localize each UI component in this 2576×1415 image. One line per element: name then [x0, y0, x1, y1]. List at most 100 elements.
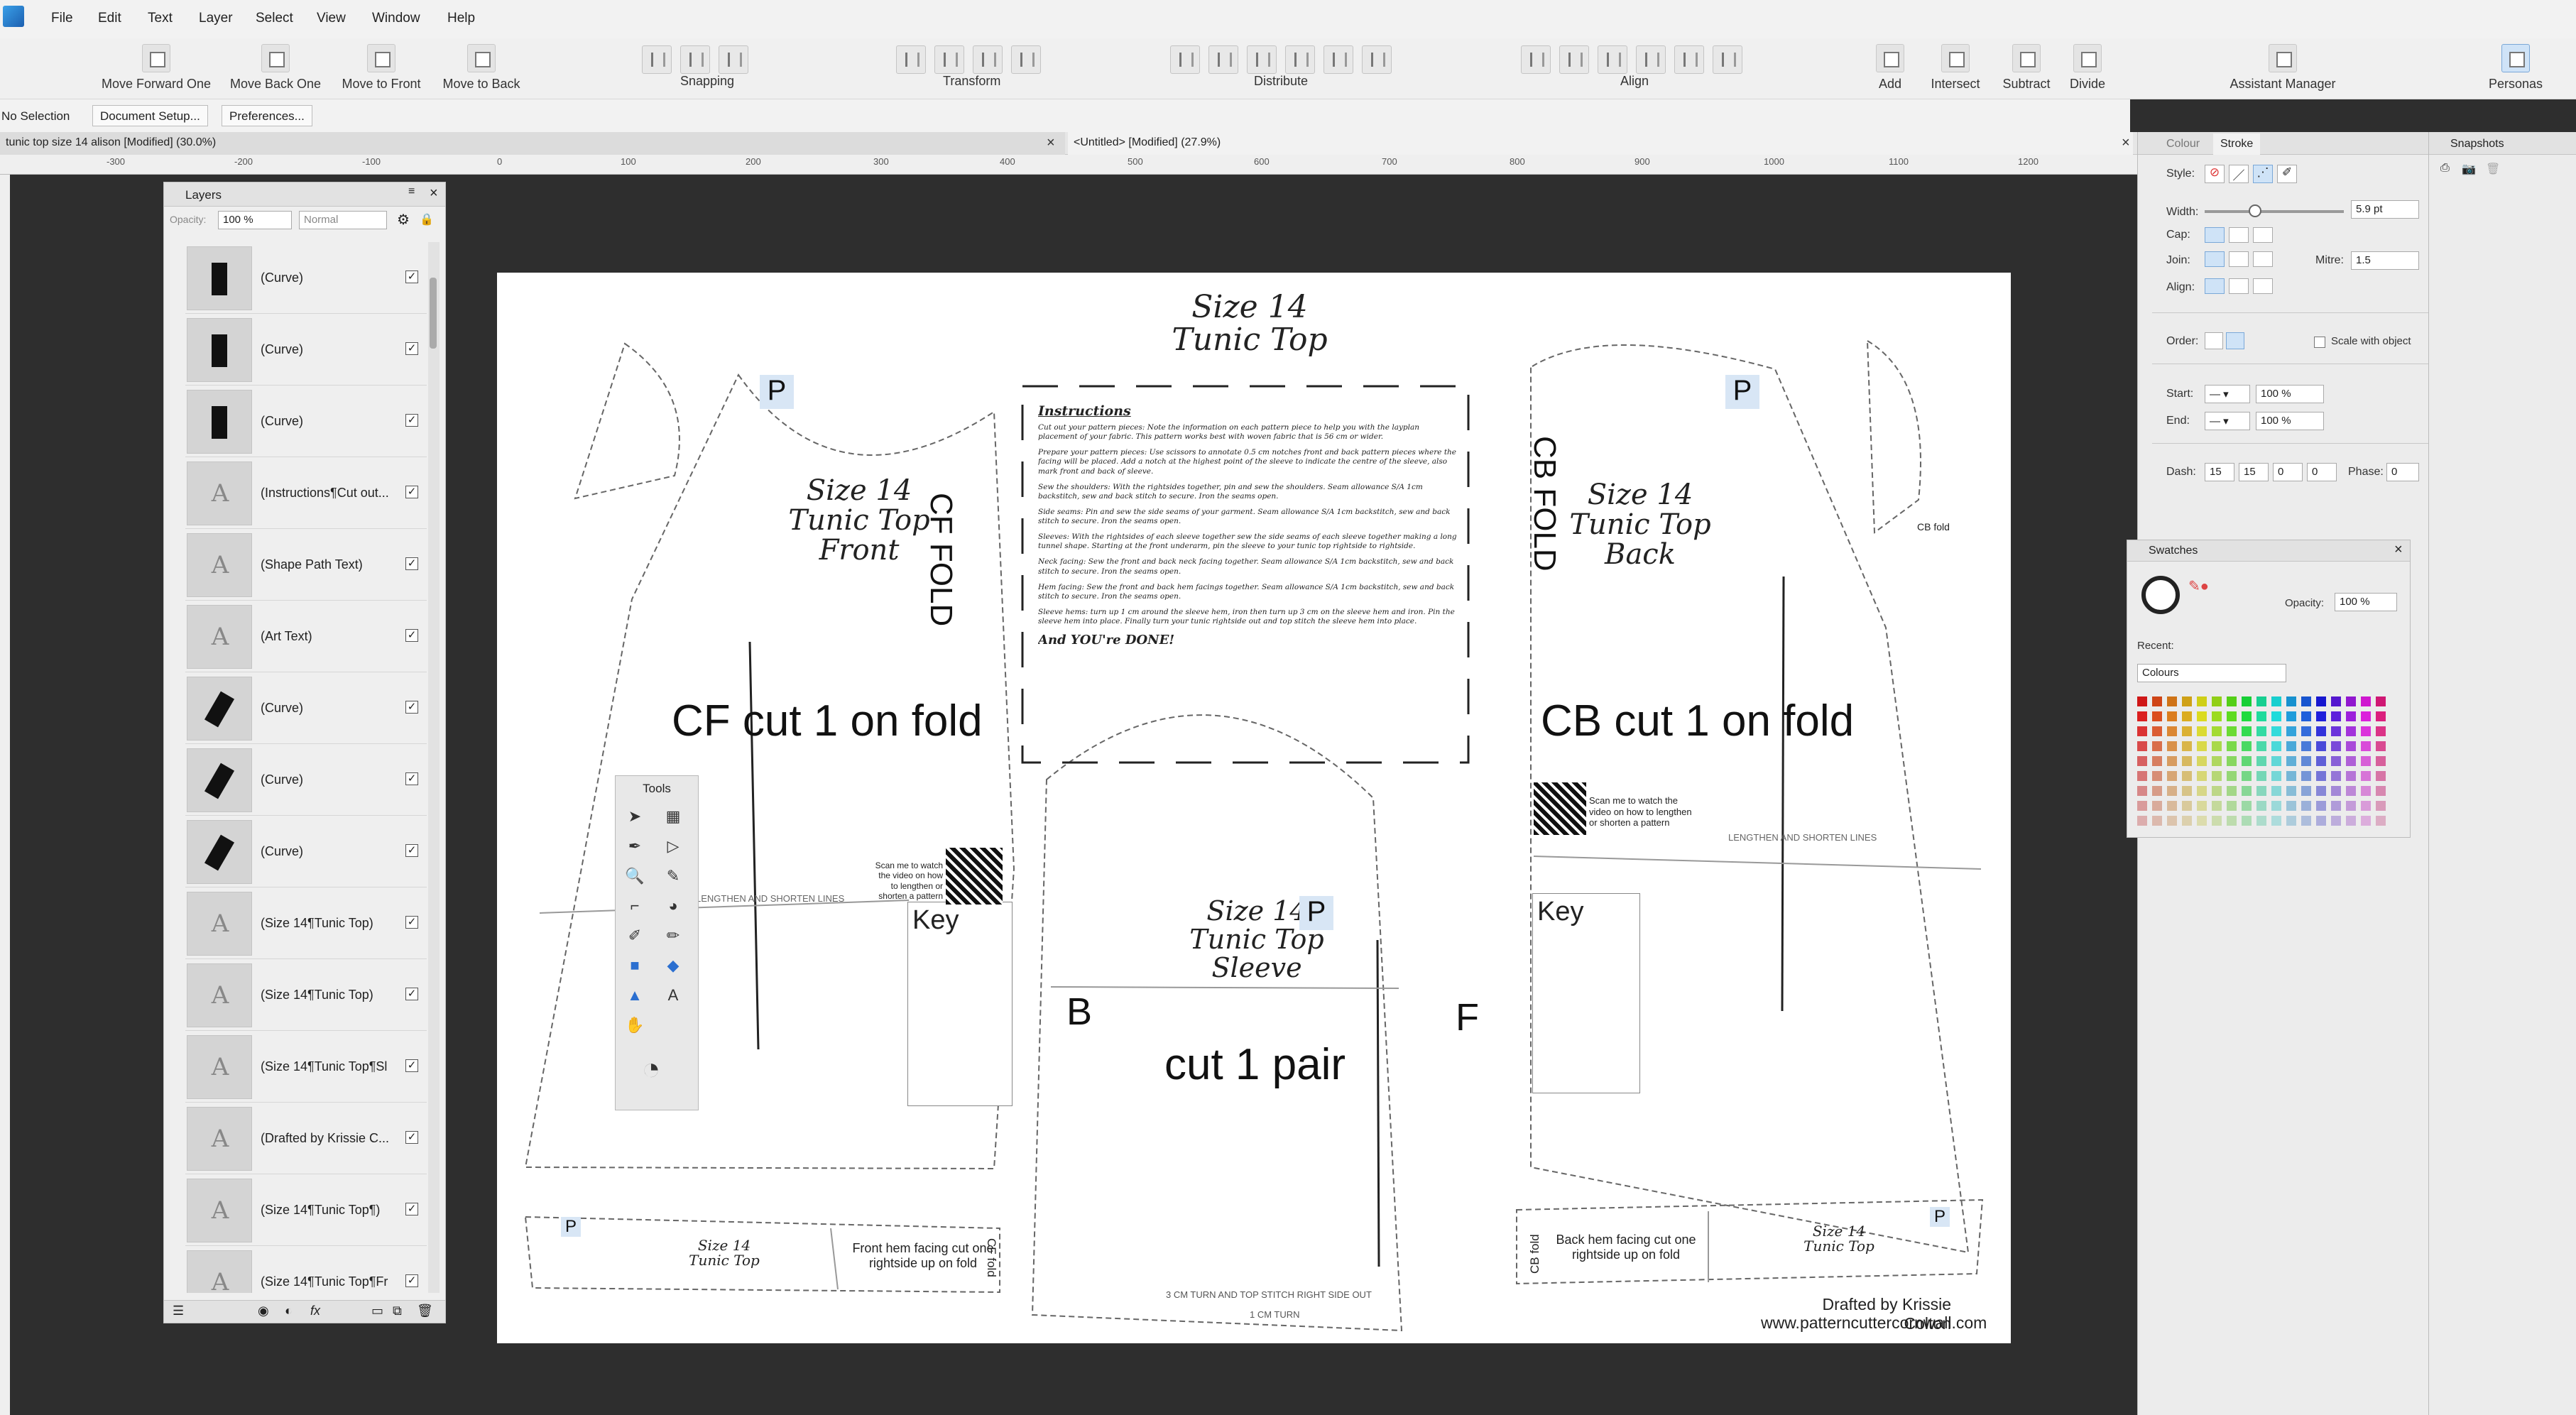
color-swatch[interactable]	[2361, 771, 2371, 781]
blend-mode-select[interactable]: Normal	[299, 211, 387, 229]
stack-icon[interactable]: ☰	[173, 1304, 184, 1318]
color-swatch[interactable]	[2286, 696, 2296, 706]
color-swatch[interactable]	[2137, 786, 2147, 796]
color-swatch[interactable]	[2331, 696, 2341, 706]
color-swatch[interactable]	[2197, 801, 2207, 811]
cb-cut-label[interactable]: CB cut 1 on fold	[1541, 696, 1854, 746]
color-swatch[interactable]	[2242, 726, 2252, 736]
tab-untitled[interactable]: <Untitled> [Modified] (27.9%)	[1068, 132, 2133, 155]
align-bottom-icon[interactable]	[1713, 45, 1742, 74]
color-swatch[interactable]	[2346, 801, 2356, 811]
menu-select[interactable]: Select	[256, 11, 293, 26]
color-swatch[interactable]	[2227, 726, 2237, 736]
qr-code-icon[interactable]	[1534, 782, 1586, 835]
color-swatch[interactable]	[2242, 711, 2252, 721]
zoom-tool-icon[interactable]: 🔍	[623, 864, 647, 888]
color-swatch[interactable]	[2152, 741, 2162, 751]
butt-cap-icon[interactable]	[2205, 227, 2225, 243]
color-swatch[interactable]	[2152, 801, 2162, 811]
color-swatch[interactable]	[2167, 786, 2177, 796]
panel-menu-icon[interactable]: ≡	[408, 185, 415, 198]
snapshots-title[interactable]: Snapshots	[2429, 132, 2576, 155]
close-tab-icon[interactable]: ×	[2122, 135, 2130, 151]
menu-text[interactable]: Text	[148, 11, 173, 26]
cut-pair-label[interactable]: cut 1 pair	[1164, 1039, 1346, 1090]
round-cap-icon[interactable]	[2229, 227, 2249, 243]
color-swatch[interactable]	[2316, 771, 2326, 781]
snapping-toggle-icon[interactable]	[680, 45, 710, 74]
color-swatch[interactable]	[2316, 726, 2326, 736]
color-swatch[interactable]	[2197, 696, 2207, 706]
color-swatch[interactable]	[2271, 741, 2281, 751]
color-swatch[interactable]	[2301, 696, 2311, 706]
layer-row[interactable]: A (Size 14¶Tunic Top) ✓	[185, 887, 427, 959]
color-swatch[interactable]	[2346, 756, 2356, 766]
p-marker[interactable]: P	[1930, 1207, 1950, 1227]
color-swatch[interactable]	[2242, 786, 2252, 796]
color-swatch[interactable]	[2316, 696, 2326, 706]
color-swatch[interactable]	[2256, 756, 2266, 766]
color-swatch[interactable]	[2256, 786, 2266, 796]
color-swatch[interactable]	[2271, 696, 2281, 706]
camera-icon[interactable]: 📷	[2462, 162, 2476, 176]
color-swatch[interactable]	[2197, 726, 2207, 736]
phase-field[interactable]: 0	[2386, 463, 2419, 481]
color-swatch[interactable]	[2137, 741, 2147, 751]
dashed-line-icon[interactable]: ⋰	[2253, 165, 2273, 183]
document-setup-button[interactable]: Document Setup...	[92, 105, 208, 126]
color-swatch[interactable]	[2197, 786, 2207, 796]
close-icon[interactable]: ×	[2394, 542, 2403, 558]
color-swatch[interactable]	[2316, 816, 2326, 826]
color-swatch[interactable]	[2271, 801, 2281, 811]
visibility-checkbox[interactable]: ✓	[405, 629, 418, 642]
color-swatch[interactable]	[2361, 801, 2371, 811]
color-swatch[interactable]	[2152, 711, 2162, 721]
width-slider-thumb[interactable]	[2249, 204, 2261, 217]
color-swatch[interactable]	[2376, 786, 2386, 796]
gap-field[interactable]: 15	[2239, 463, 2269, 481]
color-swatch[interactable]	[2331, 711, 2341, 721]
trash-icon[interactable]: 🗑	[417, 1304, 433, 1318]
flip-horizontal-icon[interactable]	[896, 45, 926, 74]
personas-button[interactable]: Personas	[2469, 44, 2562, 92]
divide-button[interactable]: Divide	[2058, 44, 2117, 92]
align-outside-stroke-icon[interactable]	[2253, 278, 2273, 294]
color-swatch[interactable]	[2227, 816, 2237, 826]
color-swatch[interactable]	[2242, 771, 2252, 781]
fx-icon[interactable]: fx	[310, 1304, 320, 1318]
color-swatch[interactable]	[2137, 696, 2147, 706]
swatches-title[interactable]: Swatches	[2127, 540, 2410, 562]
start-arrow-select[interactable]: — ▾	[2205, 385, 2250, 403]
add-button[interactable]: Add	[1872, 44, 1909, 92]
swatch-opacity-field[interactable]: 100 %	[2335, 593, 2397, 611]
layer-row[interactable]: A (Size 14¶Tunic Top¶) ✓	[185, 1174, 427, 1246]
color-swatch[interactable]	[2242, 741, 2252, 751]
color-swatch[interactable]	[2182, 696, 2192, 706]
cf-cut-label[interactable]: CF cut 1 on fold	[672, 696, 983, 746]
color-swatch[interactable]	[2346, 726, 2356, 736]
back-title[interactable]: Size 14 Tunic Top Back	[1534, 480, 1747, 569]
color-swatch[interactable]	[2271, 726, 2281, 736]
layer-row[interactable]: (Curve) ✓	[185, 744, 427, 816]
layer-row[interactable]: (Curve) ✓	[185, 242, 427, 314]
brush-line-icon[interactable]: ✐	[2277, 165, 2297, 183]
visibility-checkbox[interactable]: ✓	[405, 1203, 418, 1215]
color-swatch[interactable]	[2182, 786, 2192, 796]
corner-tool-icon[interactable]: ⌐	[623, 894, 647, 918]
tab-tunic-top[interactable]: tunic top size 14 alison [Modified] (30.…	[0, 132, 1065, 155]
move-to-front-button[interactable]: Move to Front	[335, 44, 427, 92]
color-swatch[interactable]	[2197, 756, 2207, 766]
color-swatch[interactable]	[2286, 816, 2296, 826]
color-swatch[interactable]	[2197, 741, 2207, 751]
color-swatch[interactable]	[2331, 726, 2341, 736]
vertical-ruler[interactable]	[0, 175, 10, 1415]
close-tab-icon[interactable]: ×	[1047, 135, 1055, 151]
close-icon[interactable]: ×	[430, 185, 438, 202]
rectangle-tool-icon[interactable]: ■	[623, 954, 647, 978]
dash-field[interactable]: 0	[2273, 463, 2303, 481]
horizontal-ruler[interactable]: -300 -200 -100 0 100 200 300 400 500 600…	[0, 155, 2137, 175]
color-swatch[interactable]	[2167, 696, 2177, 706]
menu-layer[interactable]: Layer	[199, 11, 233, 26]
p-marker[interactable]: P	[561, 1217, 581, 1237]
adjustment-icon[interactable]: ◐	[285, 1304, 293, 1318]
